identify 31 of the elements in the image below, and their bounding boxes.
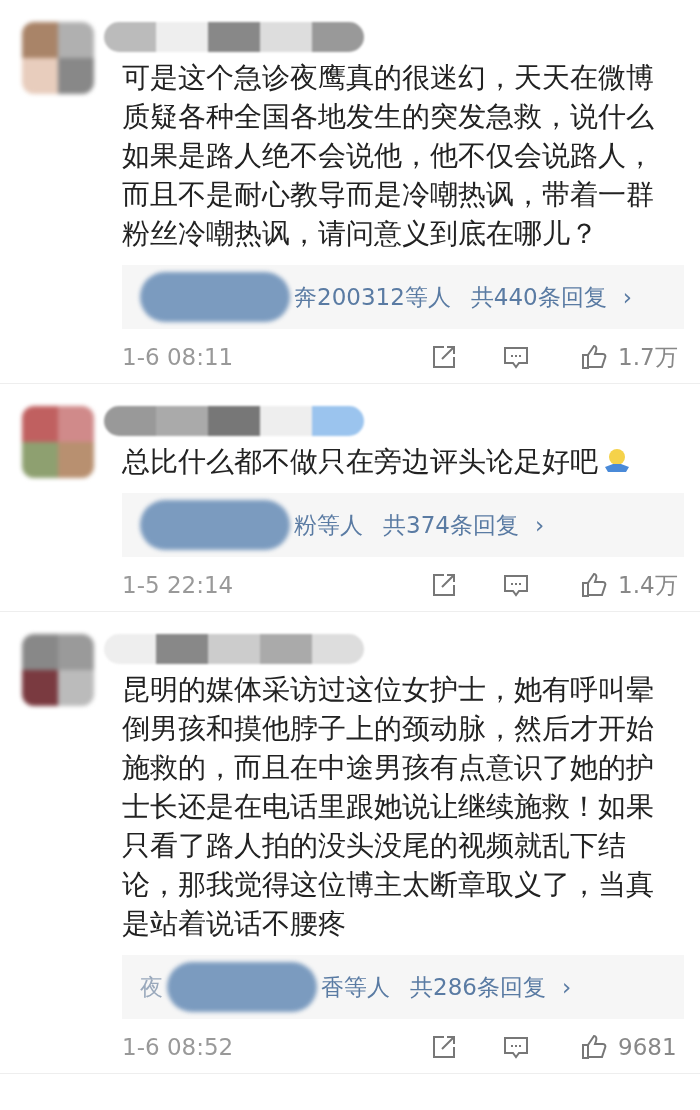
- avatar: [22, 406, 94, 478]
- share-icon[interactable]: [430, 343, 458, 371]
- comment-text: 可是这个急诊夜鹰真的很迷幻，天天在微博质疑各种全国各地发生的突发急救，说什么如果是路人绝不会说他，他不仅会说路人，而且不是耐心教导而是冷嘲热讽，带着一群粉丝冷嘲热讽，请问意义到底在哪儿？: [122, 60, 655, 252]
- comment-time: 1-6 08:52: [122, 1032, 235, 1062]
- thumbs-up-icon[interactable]: [580, 571, 608, 599]
- avatar: [22, 22, 94, 94]
- comment-time: 1-6 08:11: [122, 342, 235, 372]
- reply-count[interactable]: 共374条回复: [383, 507, 519, 543]
- reply-authors: 香等人: [321, 972, 390, 1002]
- reply-authors: 粉等人: [294, 510, 363, 540]
- share-icon[interactable]: [430, 571, 458, 599]
- comment-text: 昆明的媒体采访过这位女护士，她有呼叫晕倒男孩和摸他脖子上的颈动脉，然后才开始施救的，而且在中途男孩有点意识了她的护士长还是在电话里跟她说让继续施救！如果只看了路人拍的没头没尾的视频就乱下结论，那我觉得这位博主太断章取义了，当真是站着说话不腰疼: [122, 672, 655, 942]
- reply-count[interactable]: 共440条回复: [470, 279, 607, 315]
- comment-text: 总比什么都不做只在旁边评头论足好吧: [122, 442, 680, 481]
- comment-time: 1-5 22:14: [122, 570, 235, 600]
- replies-box[interactable]: 夜 香等人 共286条回复 ›: [122, 955, 684, 1019]
- reply-authors: 奔200312等人: [294, 282, 451, 312]
- reply-count[interactable]: 共286条回复: [410, 969, 546, 1005]
- like-count: 1.7万: [618, 342, 679, 372]
- like-count: 9681: [618, 1032, 678, 1062]
- chevron-icon: ›: [561, 969, 572, 1005]
- share-icon[interactable]: [430, 1033, 458, 1061]
- avatar: [22, 634, 94, 706]
- reply-author: 夜: [140, 972, 163, 1002]
- thumbs-up-icon[interactable]: [580, 1033, 608, 1061]
- chevron-icon: ›: [622, 279, 632, 315]
- chevron-icon: ›: [534, 507, 545, 543]
- thumbs-up-icon[interactable]: [580, 343, 608, 371]
- like-count: 1.4万: [618, 570, 679, 600]
- replies-box[interactable]: 奔200312等人 共440条回复 ›: [122, 265, 684, 329]
- replies-box[interactable]: 粉等人 共374条回复 ›: [122, 493, 684, 557]
